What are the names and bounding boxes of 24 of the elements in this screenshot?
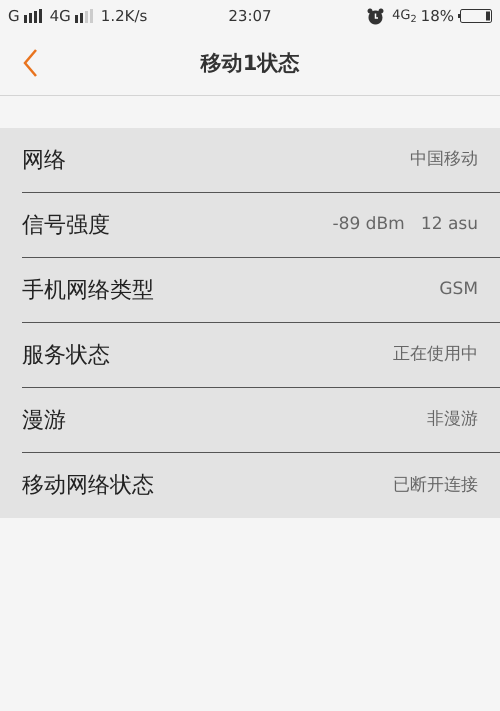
page-title: 移动1状态 [200,50,300,77]
setting-value: GSM [439,278,478,302]
battery-percent: 18% [420,6,454,27]
setting-value: 正在使用中 [393,343,478,366]
setting-label: 网络 [22,146,66,174]
signal-icon [24,9,42,23]
alarm-icon [367,8,384,24]
setting-value: 已断开连接 [393,474,478,497]
setting-value: 非漫游 [427,408,478,432]
setting-value: 中国移动 [410,148,478,172]
setting-label: 手机网络类型 [22,276,154,304]
setting-label: 信号强度 [22,212,110,240]
signal-icon [74,9,93,23]
back-button[interactable] [22,48,38,78]
setting-label: 服务状态 [22,342,110,370]
network-speed: 1.2K/s [100,6,148,27]
setting-label: 漫游 [22,406,66,434]
battery-icon [458,9,492,23]
setting-value: -89 dBm 12 asu [332,213,478,236]
network-type: 4G$_{2}$ [392,7,417,26]
clock-time: 23:07 [227,6,273,27]
setting-label: 移动网络状态 [22,472,154,500]
sim2-label: 4G [50,6,71,27]
sim1-label: G [8,6,20,27]
